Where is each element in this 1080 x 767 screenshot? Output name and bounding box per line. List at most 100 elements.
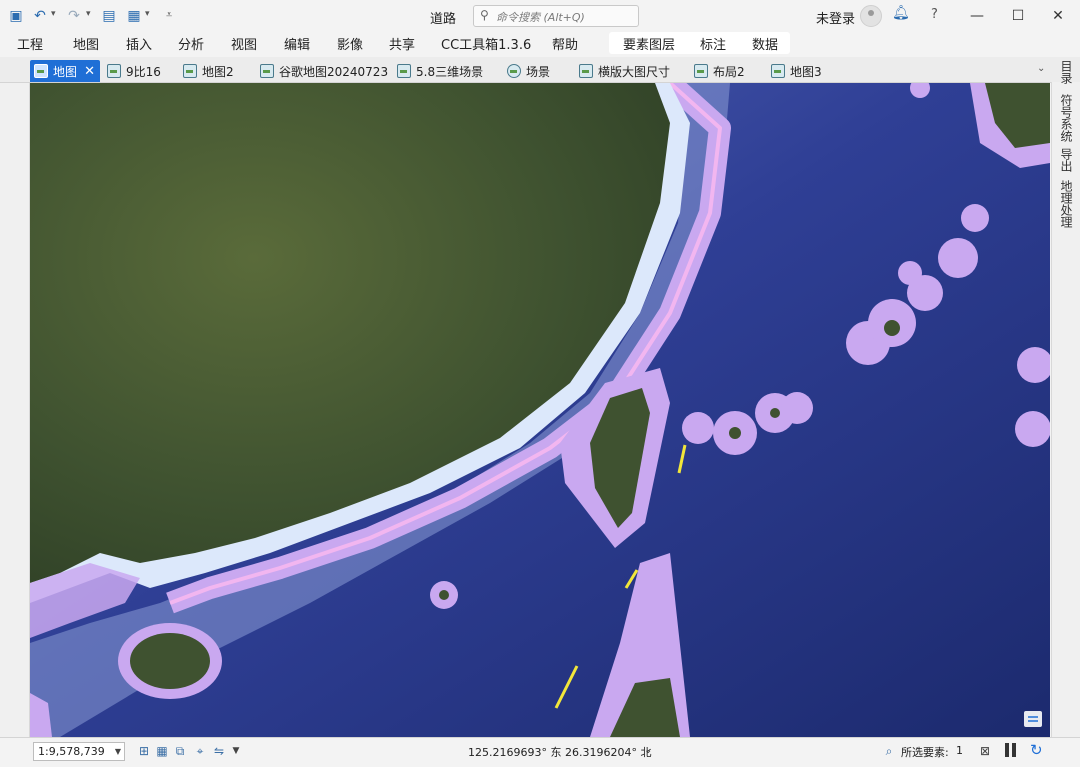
ryukyu-buffer-4 <box>781 392 813 424</box>
export-pane-tab[interactable]: 导出 <box>1058 148 1075 172</box>
swipe-icon[interactable]: ⇋ <box>212 744 226 758</box>
menu-insert[interactable]: 插入 <box>126 34 152 53</box>
tabs-overflow-chevron-icon[interactable]: ⌄ <box>1037 63 1045 74</box>
undo-dropdown-icon[interactable]: ▾ <box>51 9 56 19</box>
tab-label: 谷歌地图20240723 <box>279 64 389 79</box>
layout-icon[interactable]: ▦ <box>124 6 144 26</box>
tab-landscape-size[interactable]: 横版大图尺寸 <box>579 60 670 82</box>
undo-icon[interactable]: ↶ <box>30 6 50 26</box>
scale-value: 1:9,578,739 <box>38 745 105 758</box>
tokara-buffer <box>938 238 978 278</box>
close-tab-icon[interactable]: ✕ <box>84 64 95 79</box>
tab-label: 场景 <box>526 64 551 79</box>
menu-labeling[interactable]: 标注 <box>700 34 726 53</box>
hainan-island <box>130 633 210 689</box>
crosshair-icon[interactable]: ⌖ <box>193 744 207 758</box>
menu-share[interactable]: 共享 <box>389 34 415 53</box>
ryukyu-island-2 <box>770 408 780 418</box>
menu-edit[interactable]: 编辑 <box>284 34 310 53</box>
pause-drawing-button[interactable] <box>1005 743 1017 757</box>
refresh-icon[interactable]: ↻ <box>1030 741 1043 759</box>
contents-pane-strip: 内容 <box>0 57 30 737</box>
map-icon <box>771 64 785 78</box>
menu-imagery[interactable]: 影像 <box>337 34 363 53</box>
minimize-button[interactable]: — <box>962 4 992 28</box>
tab-label: 地图 <box>53 64 78 79</box>
menu-analysis[interactable]: 分析 <box>178 34 204 53</box>
command-search-input[interactable]: ⚲ 命令搜索 (Alt+Q) <box>473 5 639 27</box>
open-folder-icon[interactable]: ▤ <box>99 6 119 26</box>
tab-map3[interactable]: 地图3 <box>771 60 822 82</box>
menu-help[interactable]: 帮助 <box>552 34 578 53</box>
view-tabs: 地图 ✕ 9比16 地图2 谷歌地图20240723 5.8三维场景 场景 横版… <box>0 57 1080 83</box>
selected-features-count: 1 <box>956 744 963 757</box>
map-canvas[interactable] <box>30 83 1050 737</box>
ribbon-tabs: 工程 地图 插入 分析 视图 编辑 影像 共享 CC工具箱1.3.6 帮助 要素… <box>0 32 1080 54</box>
redo-icon[interactable]: ↷ <box>64 6 84 26</box>
tab-3d-scene[interactable]: 5.8三维场景 <box>397 60 483 82</box>
menu-view[interactable]: 视图 <box>231 34 257 53</box>
tab-map2[interactable]: 地图2 <box>183 60 234 82</box>
map-icon <box>183 64 197 78</box>
geoprocessing-pane-tab[interactable]: 地理处理 <box>1058 180 1075 228</box>
selected-features-label: 所选要素: <box>901 746 949 759</box>
tab-label: 9比16 <box>126 64 161 79</box>
tab-label: 横版大图尺寸 <box>598 64 671 79</box>
scale-selector[interactable]: 1:9,578,739 ▼ <box>33 742 125 761</box>
contextual-tab-group: 要素图层 标注 数据 <box>609 32 790 54</box>
save-icon[interactable]: ▣ <box>6 6 26 26</box>
layout-dropdown-icon[interactable]: ▾ <box>145 9 150 19</box>
menu-feature-layer[interactable]: 要素图层 <box>623 34 675 53</box>
small-island-buffer <box>898 261 922 285</box>
map-icon <box>34 64 48 78</box>
catalog-pane-tab[interactable]: 目录 <box>1058 60 1075 84</box>
redo-dropdown-icon[interactable]: ▾ <box>86 9 91 19</box>
okinawa-island <box>884 320 900 336</box>
tools-dropdown-icon[interactable]: ▼ <box>229 744 243 758</box>
menu-data[interactable]: 数据 <box>752 34 778 53</box>
daito-buffer-2 <box>1015 411 1050 447</box>
menu-cc-toolbox[interactable]: CC工具箱1.3.6 <box>441 34 531 53</box>
layout-icon <box>107 64 121 78</box>
tab-scene[interactable]: 场景 <box>507 60 550 82</box>
ryukyu-island <box>729 427 741 439</box>
tab-label: 布局2 <box>713 64 745 79</box>
tab-9-16[interactable]: 9比16 <box>107 60 161 82</box>
tokara-buffer-2 <box>961 204 989 232</box>
add-grid-icon[interactable]: ⊞ <box>137 744 151 758</box>
tab-label: 5.8三维场景 <box>416 64 484 79</box>
tab-google-map[interactable]: 谷歌地图20240723 <box>260 60 388 82</box>
symbology-pane-tab[interactable]: 符号系统 <box>1058 94 1075 142</box>
snapping-icon[interactable]: ⧉ <box>173 744 187 758</box>
chevron-down-icon: ▼ <box>114 747 121 756</box>
grid-icon[interactable]: ▦ <box>155 744 169 758</box>
coordinate-format-chevron-icon[interactable]: ⌄ <box>644 745 652 756</box>
side-panes-strip: 目录 符号系统 导出 地理处理 <box>1051 60 1080 738</box>
menu-map[interactable]: 地图 <box>73 34 99 53</box>
menu-project[interactable]: 工程 <box>17 34 43 53</box>
login-status[interactable]: 未登录 <box>816 8 855 27</box>
layout-icon <box>579 64 593 78</box>
help-button[interactable]: ? <box>931 7 938 22</box>
penghu-island <box>439 590 449 600</box>
status-bar: 1:9,578,739 ▼ ⊞ ▦ ⧉ ⌖ ⇋ ▼ 125.2169693° 东… <box>0 737 1080 767</box>
tab-label: 地图2 <box>202 64 234 79</box>
tab-map[interactable]: 地图 ✕ <box>30 60 100 82</box>
notification-bell-icon[interactable]: 🔔︎ <box>892 5 910 21</box>
customize-toolbar-icon[interactable]: ⩡ <box>166 8 172 22</box>
title-bar: ▣ ↶ ▾ ↷ ▾ ▤ ▦ ▾ ⩡ 道路 ⚲ 命令搜索 (Alt+Q) 未登录 … <box>0 0 1080 32</box>
search-icon: ⚲ <box>480 8 489 22</box>
map-view[interactable] <box>30 83 1050 737</box>
globe-icon <box>507 64 521 78</box>
maximize-button[interactable]: ☐ <box>1003 4 1033 28</box>
coordinates-readout: 125.2169693° 东 26.3196204° 北 <box>468 746 652 759</box>
tab-layout2[interactable]: 布局2 <box>694 60 745 82</box>
map-notes-icon <box>1024 711 1042 727</box>
avatar[interactable] <box>860 5 882 27</box>
clear-selection-icon[interactable]: ⊠ <box>978 744 992 758</box>
close-window-button[interactable]: ✕ <box>1043 4 1073 28</box>
app-title: 道路 <box>430 12 457 27</box>
selection-icon[interactable]: ⌕ <box>882 744 896 758</box>
search-placeholder: 命令搜索 (Alt+Q) <box>496 11 585 24</box>
layout-icon <box>694 64 708 78</box>
